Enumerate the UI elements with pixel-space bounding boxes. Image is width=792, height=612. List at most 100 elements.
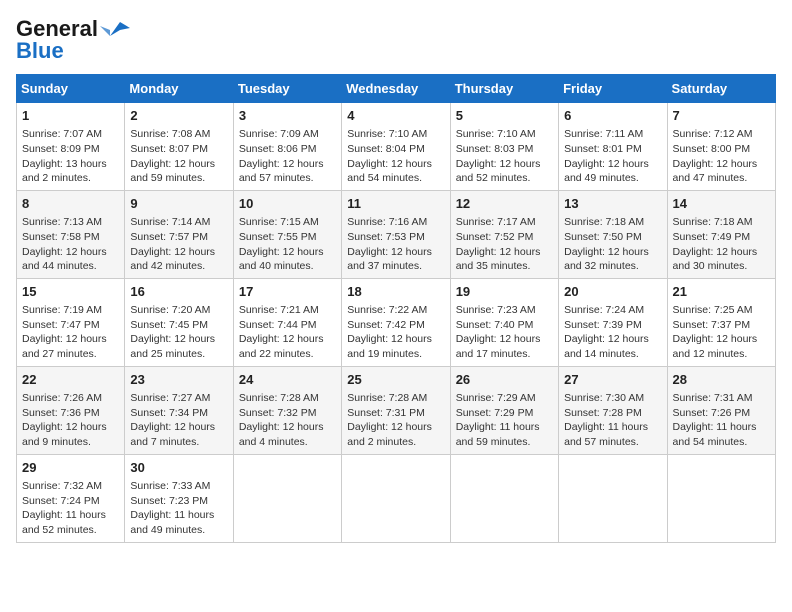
header-day-friday: Friday	[559, 75, 667, 103]
day-number: 8	[22, 195, 119, 213]
day-number: 4	[347, 107, 444, 125]
day-info: Sunrise: 7:27 AMSunset: 7:34 PMDaylight:…	[130, 391, 227, 450]
day-number: 3	[239, 107, 336, 125]
calendar-cell	[450, 454, 558, 542]
calendar-cell: 23 Sunrise: 7:27 AMSunset: 7:34 PMDayligh…	[125, 366, 233, 454]
calendar-cell: 11 Sunrise: 7:16 AMSunset: 7:53 PMDayligh…	[342, 190, 450, 278]
day-info: Sunrise: 7:28 AMSunset: 7:31 PMDaylight:…	[347, 391, 444, 450]
calendar-cell: 10 Sunrise: 7:15 AMSunset: 7:55 PMDayligh…	[233, 190, 341, 278]
day-info: Sunrise: 7:31 AMSunset: 7:26 PMDaylight:…	[673, 391, 770, 450]
day-info: Sunrise: 7:07 AMSunset: 8:09 PMDaylight:…	[22, 127, 119, 186]
day-number: 6	[564, 107, 661, 125]
day-info: Sunrise: 7:16 AMSunset: 7:53 PMDaylight:…	[347, 215, 444, 274]
day-number: 16	[130, 283, 227, 301]
day-info: Sunrise: 7:10 AMSunset: 8:03 PMDaylight:…	[456, 127, 553, 186]
calendar-cell: 8 Sunrise: 7:13 AMSunset: 7:58 PMDaylight…	[17, 190, 125, 278]
day-number: 29	[22, 459, 119, 477]
header-day-monday: Monday	[125, 75, 233, 103]
day-number: 12	[456, 195, 553, 213]
day-info: Sunrise: 7:26 AMSunset: 7:36 PMDaylight:…	[22, 391, 119, 450]
day-info: Sunrise: 7:13 AMSunset: 7:58 PMDaylight:…	[22, 215, 119, 274]
calendar-cell	[667, 454, 775, 542]
day-info: Sunrise: 7:17 AMSunset: 7:52 PMDaylight:…	[456, 215, 553, 274]
day-number: 28	[673, 371, 770, 389]
day-info: Sunrise: 7:19 AMSunset: 7:47 PMDaylight:…	[22, 303, 119, 362]
day-info: Sunrise: 7:21 AMSunset: 7:44 PMDaylight:…	[239, 303, 336, 362]
day-number: 10	[239, 195, 336, 213]
day-number: 1	[22, 107, 119, 125]
calendar-cell: 18 Sunrise: 7:22 AMSunset: 7:42 PMDayligh…	[342, 278, 450, 366]
calendar-cell: 9Sunrise: 7:14 AMSunset: 7:57 PMDaylight…	[125, 190, 233, 278]
day-number: 23	[130, 371, 227, 389]
day-number: 22	[22, 371, 119, 389]
calendar-week-5: 29 Sunrise: 7:32 AMSunset: 7:24 PMDayligh…	[17, 454, 776, 542]
header-day-tuesday: Tuesday	[233, 75, 341, 103]
calendar-cell: 2 Sunrise: 7:08 AMSunset: 8:07 PMDaylight…	[125, 103, 233, 191]
day-number: 18	[347, 283, 444, 301]
calendar-week-3: 15Sunrise: 7:19 AMSunset: 7:47 PMDayligh…	[17, 278, 776, 366]
calendar-week-1: 1 Sunrise: 7:07 AMSunset: 8:09 PMDaylight…	[17, 103, 776, 191]
calendar-cell: 25 Sunrise: 7:28 AMSunset: 7:31 PMDayligh…	[342, 366, 450, 454]
calendar-header-row: SundayMondayTuesdayWednesdayThursdayFrid…	[17, 75, 776, 103]
header-day-saturday: Saturday	[667, 75, 775, 103]
calendar-cell: 3Sunrise: 7:09 AMSunset: 8:06 PMDaylight…	[233, 103, 341, 191]
calendar-cell: 24 Sunrise: 7:28 AMSunset: 7:32 PMDayligh…	[233, 366, 341, 454]
calendar-week-2: 8 Sunrise: 7:13 AMSunset: 7:58 PMDaylight…	[17, 190, 776, 278]
day-info: Sunrise: 7:23 AMSunset: 7:40 PMDaylight:…	[456, 303, 553, 362]
calendar-table: SundayMondayTuesdayWednesdayThursdayFrid…	[16, 74, 776, 543]
calendar-cell: 5 Sunrise: 7:10 AMSunset: 8:03 PMDaylight…	[450, 103, 558, 191]
calendar-cell: 1 Sunrise: 7:07 AMSunset: 8:09 PMDaylight…	[17, 103, 125, 191]
calendar-cell: 13Sunrise: 7:18 AMSunset: 7:50 PMDayligh…	[559, 190, 667, 278]
day-number: 13	[564, 195, 661, 213]
day-number: 7	[673, 107, 770, 125]
day-info: Sunrise: 7:08 AMSunset: 8:07 PMDaylight:…	[130, 127, 227, 186]
calendar-cell: 7 Sunrise: 7:12 AMSunset: 8:00 PMDaylight…	[667, 103, 775, 191]
day-number: 30	[130, 459, 227, 477]
calendar-cell: 29 Sunrise: 7:32 AMSunset: 7:24 PMDayligh…	[17, 454, 125, 542]
calendar-cell: 6 Sunrise: 7:11 AMSunset: 8:01 PMDaylight…	[559, 103, 667, 191]
day-number: 20	[564, 283, 661, 301]
day-info: Sunrise: 7:25 AMSunset: 7:37 PMDaylight:…	[673, 303, 770, 362]
day-info: Sunrise: 7:30 AMSunset: 7:28 PMDaylight:…	[564, 391, 661, 450]
calendar-cell: 16 Sunrise: 7:20 AMSunset: 7:45 PMDayligh…	[125, 278, 233, 366]
calendar-cell: 27 Sunrise: 7:30 AMSunset: 7:28 PMDayligh…	[559, 366, 667, 454]
day-info: Sunrise: 7:15 AMSunset: 7:55 PMDaylight:…	[239, 215, 336, 274]
day-number: 26	[456, 371, 553, 389]
calendar-cell: 26Sunrise: 7:29 AMSunset: 7:29 PMDayligh…	[450, 366, 558, 454]
day-number: 21	[673, 283, 770, 301]
calendar-cell: 19 Sunrise: 7:23 AMSunset: 7:40 PMDayligh…	[450, 278, 558, 366]
calendar-cell: 17 Sunrise: 7:21 AMSunset: 7:44 PMDayligh…	[233, 278, 341, 366]
calendar-cell: 15Sunrise: 7:19 AMSunset: 7:47 PMDayligh…	[17, 278, 125, 366]
day-number: 5	[456, 107, 553, 125]
day-info: Sunrise: 7:12 AMSunset: 8:00 PMDaylight:…	[673, 127, 770, 186]
header-day-thursday: Thursday	[450, 75, 558, 103]
day-number: 24	[239, 371, 336, 389]
calendar-cell: 28 Sunrise: 7:31 AMSunset: 7:26 PMDayligh…	[667, 366, 775, 454]
day-number: 19	[456, 283, 553, 301]
header: General Blue	[16, 16, 776, 64]
day-number: 11	[347, 195, 444, 213]
day-number: 25	[347, 371, 444, 389]
calendar-cell: 30 Sunrise: 7:33 AMSunset: 7:23 PMDayligh…	[125, 454, 233, 542]
day-info: Sunrise: 7:28 AMSunset: 7:32 PMDaylight:…	[239, 391, 336, 450]
day-info: Sunrise: 7:11 AMSunset: 8:01 PMDaylight:…	[564, 127, 661, 186]
calendar-cell: 12 Sunrise: 7:17 AMSunset: 7:52 PMDayligh…	[450, 190, 558, 278]
calendar-cell: 22 Sunrise: 7:26 AMSunset: 7:36 PMDayligh…	[17, 366, 125, 454]
header-day-sunday: Sunday	[17, 75, 125, 103]
header-day-wednesday: Wednesday	[342, 75, 450, 103]
calendar-cell: 4Sunrise: 7:10 AMSunset: 8:04 PMDaylight…	[342, 103, 450, 191]
day-info: Sunrise: 7:20 AMSunset: 7:45 PMDaylight:…	[130, 303, 227, 362]
day-number: 27	[564, 371, 661, 389]
calendar-week-4: 22 Sunrise: 7:26 AMSunset: 7:36 PMDayligh…	[17, 366, 776, 454]
logo: General Blue	[16, 16, 130, 64]
day-info: Sunrise: 7:32 AMSunset: 7:24 PMDaylight:…	[22, 479, 119, 538]
day-info: Sunrise: 7:33 AMSunset: 7:23 PMDaylight:…	[130, 479, 227, 538]
day-info: Sunrise: 7:24 AMSunset: 7:39 PMDaylight:…	[564, 303, 661, 362]
day-info: Sunrise: 7:14 AMSunset: 7:57 PMDaylight:…	[130, 215, 227, 274]
calendar-cell	[342, 454, 450, 542]
day-info: Sunrise: 7:22 AMSunset: 7:42 PMDaylight:…	[347, 303, 444, 362]
day-info: Sunrise: 7:18 AMSunset: 7:49 PMDaylight:…	[673, 215, 770, 274]
day-number: 14	[673, 195, 770, 213]
day-number: 17	[239, 283, 336, 301]
day-number: 2	[130, 107, 227, 125]
